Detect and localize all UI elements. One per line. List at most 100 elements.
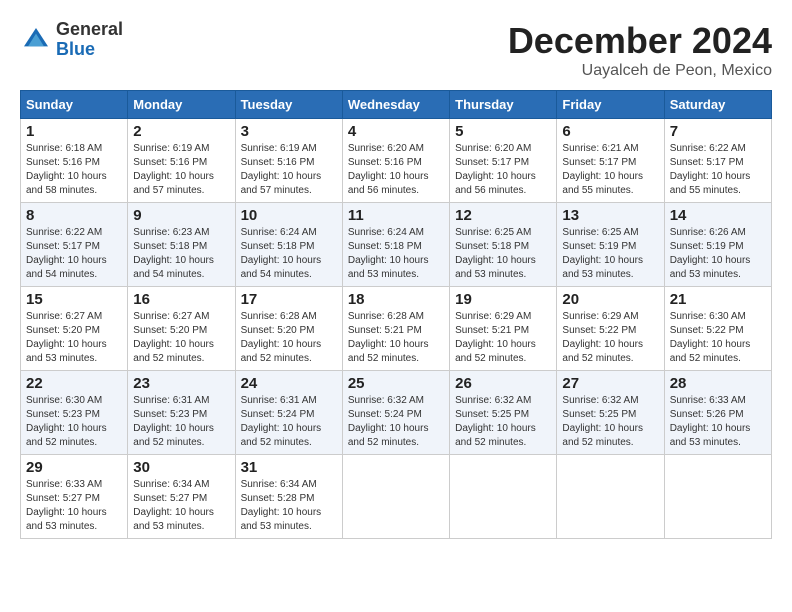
calendar-cell: 29 Sunrise: 6:33 AM Sunset: 5:27 PM Dayli…: [21, 455, 128, 539]
day-info: Sunrise: 6:28 AM Sunset: 5:20 PM Dayligh…: [241, 310, 337, 366]
calendar-cell: 12Sunrise: 6:25 AM Sunset: 5:18 PM Dayli…: [450, 203, 557, 287]
calendar-cell: 21 Sunrise: 6:30 AM Sunset: 5:22 PM Dayli…: [664, 287, 771, 371]
calendar-cell: 26Sunrise: 6:32 AM Sunset: 5:25 PM Dayli…: [450, 371, 557, 455]
logo: General Blue: [20, 20, 123, 60]
day-info: Sunrise: 6:33 AM Sunset: 5:26 PM Dayligh…: [670, 394, 766, 450]
calendar-cell: 20 Sunrise: 6:29 AM Sunset: 5:22 PM Dayli…: [557, 287, 664, 371]
calendar-week-row: 8Sunrise: 6:22 AM Sunset: 5:17 PM Daylig…: [21, 203, 772, 287]
calendar-cell: [342, 455, 449, 539]
day-info: Sunrise: 6:33 AM Sunset: 5:27 PM Dayligh…: [26, 478, 122, 534]
calendar-cell: 1 Sunrise: 6:18 AM Sunset: 5:16 PM Daylig…: [21, 119, 128, 203]
location-text: Uayalceh de Peon, Mexico: [508, 62, 772, 80]
calendar-cell: 25 Sunrise: 6:32 AM Sunset: 5:24 PM Dayli…: [342, 371, 449, 455]
day-number: 13: [562, 207, 658, 224]
day-number: 5: [455, 123, 551, 140]
day-info: Sunrise: 6:18 AM Sunset: 5:16 PM Dayligh…: [26, 142, 122, 198]
day-number: 19: [455, 291, 551, 308]
day-header-saturday: Saturday: [664, 91, 771, 119]
calendar-cell: 14Sunrise: 6:26 AM Sunset: 5:19 PM Dayli…: [664, 203, 771, 287]
title-block: December 2024 Uayalceh de Peon, Mexico: [508, 20, 772, 80]
day-number: 7: [670, 123, 766, 140]
calendar-cell: 23 Sunrise: 6:31 AM Sunset: 5:23 PM Dayli…: [128, 371, 235, 455]
calendar-cell: 22Sunrise: 6:30 AM Sunset: 5:23 PM Dayli…: [21, 371, 128, 455]
day-header-monday: Monday: [128, 91, 235, 119]
calendar-cell: 19 Sunrise: 6:29 AM Sunset: 5:21 PM Dayli…: [450, 287, 557, 371]
calendar-cell: [450, 455, 557, 539]
day-info: Sunrise: 6:32 AM Sunset: 5:24 PM Dayligh…: [348, 394, 444, 450]
day-info: Sunrise: 6:19 AM Sunset: 5:16 PM Dayligh…: [241, 142, 337, 198]
calendar-table: SundayMondayTuesdayWednesdayThursdayFrid…: [20, 90, 772, 539]
day-number: 24: [241, 375, 337, 392]
day-info: Sunrise: 6:20 AM Sunset: 5:16 PM Dayligh…: [348, 142, 444, 198]
day-number: 29: [26, 459, 122, 476]
day-number: 6: [562, 123, 658, 140]
calendar-cell: [557, 455, 664, 539]
calendar-cell: 30Sunrise: 6:34 AM Sunset: 5:27 PM Dayli…: [128, 455, 235, 539]
calendar-cell: 16Sunrise: 6:27 AM Sunset: 5:20 PM Dayli…: [128, 287, 235, 371]
day-info: Sunrise: 6:19 AM Sunset: 5:16 PM Dayligh…: [133, 142, 229, 198]
calendar-cell: 18 Sunrise: 6:28 AM Sunset: 5:21 PM Dayli…: [342, 287, 449, 371]
day-number: 17: [241, 291, 337, 308]
day-info: Sunrise: 6:25 AM Sunset: 5:19 PM Dayligh…: [562, 226, 658, 282]
day-info: Sunrise: 6:31 AM Sunset: 5:23 PM Dayligh…: [133, 394, 229, 450]
day-number: 4: [348, 123, 444, 140]
calendar-cell: 6 Sunrise: 6:21 AM Sunset: 5:17 PM Daylig…: [557, 119, 664, 203]
calendar-cell: 27 Sunrise: 6:32 AM Sunset: 5:25 PM Dayli…: [557, 371, 664, 455]
day-number: 3: [241, 123, 337, 140]
day-number: 1: [26, 123, 122, 140]
day-number: 12: [455, 207, 551, 224]
day-info: Sunrise: 6:32 AM Sunset: 5:25 PM Dayligh…: [455, 394, 551, 450]
day-number: 11: [348, 207, 444, 224]
day-info: Sunrise: 6:24 AM Sunset: 5:18 PM Dayligh…: [348, 226, 444, 282]
day-number: 20: [562, 291, 658, 308]
logo-blue-text: Blue: [56, 39, 95, 59]
calendar-week-row: 22Sunrise: 6:30 AM Sunset: 5:23 PM Dayli…: [21, 371, 772, 455]
day-number: 31: [241, 459, 337, 476]
day-header-sunday: Sunday: [21, 91, 128, 119]
day-number: 22: [26, 375, 122, 392]
day-info: Sunrise: 6:21 AM Sunset: 5:17 PM Dayligh…: [562, 142, 658, 198]
day-header-friday: Friday: [557, 91, 664, 119]
day-info: Sunrise: 6:23 AM Sunset: 5:18 PM Dayligh…: [133, 226, 229, 282]
calendar-cell: 24 Sunrise: 6:31 AM Sunset: 5:24 PM Dayli…: [235, 371, 342, 455]
calendar-cell: 9 Sunrise: 6:23 AM Sunset: 5:18 PM Daylig…: [128, 203, 235, 287]
day-info: Sunrise: 6:34 AM Sunset: 5:27 PM Dayligh…: [133, 478, 229, 534]
day-number: 16: [133, 291, 229, 308]
day-number: 25: [348, 375, 444, 392]
day-info: Sunrise: 6:29 AM Sunset: 5:21 PM Dayligh…: [455, 310, 551, 366]
calendar-cell: 4 Sunrise: 6:20 AM Sunset: 5:16 PM Daylig…: [342, 119, 449, 203]
calendar-cell: 10Sunrise: 6:24 AM Sunset: 5:18 PM Dayli…: [235, 203, 342, 287]
day-info: Sunrise: 6:29 AM Sunset: 5:22 PM Dayligh…: [562, 310, 658, 366]
day-number: 21: [670, 291, 766, 308]
calendar-week-row: 29 Sunrise: 6:33 AM Sunset: 5:27 PM Dayli…: [21, 455, 772, 539]
day-number: 18: [348, 291, 444, 308]
day-info: Sunrise: 6:20 AM Sunset: 5:17 PM Dayligh…: [455, 142, 551, 198]
day-number: 10: [241, 207, 337, 224]
day-info: Sunrise: 6:31 AM Sunset: 5:24 PM Dayligh…: [241, 394, 337, 450]
day-info: Sunrise: 6:27 AM Sunset: 5:20 PM Dayligh…: [26, 310, 122, 366]
logo-icon: [20, 24, 52, 56]
calendar-cell: 15 Sunrise: 6:27 AM Sunset: 5:20 PM Dayli…: [21, 287, 128, 371]
day-header-wednesday: Wednesday: [342, 91, 449, 119]
page-header: General Blue December 2024 Uayalceh de P…: [20, 20, 772, 80]
day-number: 15: [26, 291, 122, 308]
day-number: 9: [133, 207, 229, 224]
calendar-cell: 17 Sunrise: 6:28 AM Sunset: 5:20 PM Dayli…: [235, 287, 342, 371]
calendar-cell: 13 Sunrise: 6:25 AM Sunset: 5:19 PM Dayli…: [557, 203, 664, 287]
day-number: 27: [562, 375, 658, 392]
day-number: 28: [670, 375, 766, 392]
day-info: Sunrise: 6:34 AM Sunset: 5:28 PM Dayligh…: [241, 478, 337, 534]
day-number: 14: [670, 207, 766, 224]
calendar-week-row: 1 Sunrise: 6:18 AM Sunset: 5:16 PM Daylig…: [21, 119, 772, 203]
day-header-thursday: Thursday: [450, 91, 557, 119]
calendar-cell: [664, 455, 771, 539]
calendar-cell: 31 Sunrise: 6:34 AM Sunset: 5:28 PM Dayli…: [235, 455, 342, 539]
day-number: 23: [133, 375, 229, 392]
calendar-cell: 2Sunrise: 6:19 AM Sunset: 5:16 PM Daylig…: [128, 119, 235, 203]
calendar-cell: 28 Sunrise: 6:33 AM Sunset: 5:26 PM Dayli…: [664, 371, 771, 455]
day-info: Sunrise: 6:28 AM Sunset: 5:21 PM Dayligh…: [348, 310, 444, 366]
day-info: Sunrise: 6:22 AM Sunset: 5:17 PM Dayligh…: [670, 142, 766, 198]
day-info: Sunrise: 6:32 AM Sunset: 5:25 PM Dayligh…: [562, 394, 658, 450]
day-info: Sunrise: 6:30 AM Sunset: 5:22 PM Dayligh…: [670, 310, 766, 366]
logo-general-text: General: [56, 19, 123, 39]
